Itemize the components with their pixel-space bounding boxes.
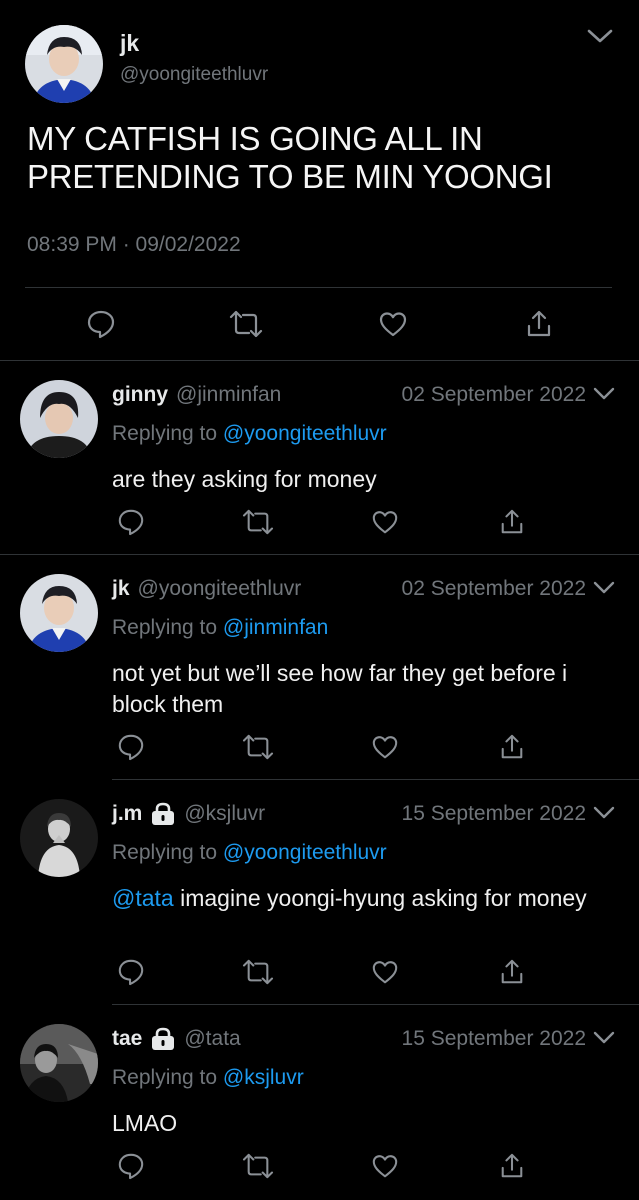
retweet-icon[interactable] <box>242 733 274 761</box>
lock-icon <box>150 802 176 826</box>
reply-icon[interactable] <box>86 309 116 339</box>
reply-author-handle[interactable]: @tata <box>184 1027 240 1051</box>
main-tweet: jk @yoongiteethluvr MY CATFISH IS GOING … <box>0 0 639 360</box>
reply-date: 02 September 2022 <box>401 577 586 600</box>
replying-to-line: Replying to @yoongiteethluvr <box>112 422 387 446</box>
share-icon[interactable] <box>525 309 553 339</box>
retweet-icon[interactable] <box>229 309 263 339</box>
retweet-icon[interactable] <box>242 958 274 986</box>
section-divider <box>0 360 639 361</box>
share-icon[interactable] <box>499 508 525 536</box>
chevron-down-icon[interactable] <box>593 805 615 821</box>
reply-tweet: jk @yoongiteethluvr 02 September 2022 Re… <box>0 574 639 779</box>
reply-author-handle[interactable]: @jinminfan <box>176 383 281 407</box>
chevron-down-icon[interactable] <box>593 1030 615 1046</box>
reply-text: are they asking for money <box>112 466 377 492</box>
replying-to-line: Replying to @jinminfan <box>112 616 328 640</box>
reply-actions <box>0 733 639 763</box>
share-icon[interactable] <box>499 958 525 986</box>
like-icon[interactable] <box>371 1152 399 1180</box>
reply-author-handle[interactable]: @yoongiteethluvr <box>138 577 302 601</box>
main-tweet-actions <box>0 307 639 341</box>
reply-actions <box>0 508 639 538</box>
reply-header: j.m @ksjluvr <box>112 799 265 829</box>
reply-avatar[interactable] <box>20 1024 98 1102</box>
share-icon[interactable] <box>499 733 525 761</box>
reply-date: 02 September 2022 <box>401 383 586 406</box>
reply-author-name[interactable]: ginny <box>112 383 168 407</box>
reply-header: jk @yoongiteethluvr <box>112 574 301 604</box>
reply-actions <box>0 1152 639 1182</box>
reply-tweet: ginny @jinminfan 02 September 2022 Reply… <box>0 380 639 554</box>
like-icon[interactable] <box>371 733 399 761</box>
retweet-icon[interactable] <box>242 1152 274 1180</box>
reply-actions <box>0 958 639 988</box>
replying-to-handle[interactable]: @yoongiteethluvr <box>223 422 387 445</box>
replying-to-label: Replying to <box>112 841 218 864</box>
reply-author-handle[interactable]: @ksjluvr <box>184 802 265 826</box>
reply-avatar[interactable] <box>20 799 98 877</box>
reply-date: 15 September 2022 <box>401 1027 586 1050</box>
main-tweet-timestamp: 08:39 PM · 09/02/2022 <box>27 233 241 256</box>
main-author-name[interactable]: jk <box>120 30 139 57</box>
replying-to-line: Replying to @ksjluvr <box>112 1066 304 1090</box>
main-tweet-divider <box>25 287 612 288</box>
reply-text: @tata imagine yoongi-hyung asking for mo… <box>112 883 612 914</box>
like-icon[interactable] <box>371 508 399 536</box>
chevron-down-icon[interactable] <box>593 580 615 596</box>
reply-tweet: j.m @ksjluvr 15 September 2022 Replying … <box>0 799 639 1004</box>
reply-author-name[interactable]: jk <box>112 577 130 601</box>
lock-icon <box>150 1027 176 1051</box>
section-divider <box>112 1004 639 1005</box>
reply-date: 15 September 2022 <box>401 802 586 825</box>
reply-header: ginny @jinminfan <box>112 380 281 410</box>
chevron-down-icon[interactable] <box>593 386 615 402</box>
replying-to-handle[interactable]: @yoongiteethluvr <box>223 841 387 864</box>
reply-avatar[interactable] <box>20 574 98 652</box>
main-author-handle[interactable]: @yoongiteethluvr <box>120 64 268 86</box>
reply-icon[interactable] <box>117 508 145 536</box>
reply-text: LMAO <box>112 1110 178 1136</box>
reply-mention[interactable]: @tata <box>112 885 174 911</box>
reply-tweet: tae @tata 15 September 2022 Replying to … <box>0 1024 639 1200</box>
like-icon[interactable] <box>378 309 408 339</box>
reply-icon[interactable] <box>117 1152 145 1180</box>
reply-avatar[interactable] <box>20 380 98 458</box>
main-tweet-text: MY CATFISH IS GOING ALL IN PRETENDING TO… <box>27 120 553 195</box>
reply-header: tae @tata <box>112 1024 241 1054</box>
reply-icon[interactable] <box>117 958 145 986</box>
like-icon[interactable] <box>371 958 399 986</box>
reply-icon[interactable] <box>117 733 145 761</box>
replying-to-handle[interactable]: @jinminfan <box>223 616 328 639</box>
replying-to-label: Replying to <box>112 1066 218 1089</box>
replying-to-label: Replying to <box>112 616 218 639</box>
reply-text: not yet but we’ll see how far they get b… <box>112 660 568 717</box>
retweet-icon[interactable] <box>242 508 274 536</box>
replying-to-handle[interactable]: @ksjluvr <box>223 1066 304 1089</box>
chevron-down-icon[interactable] <box>586 26 614 46</box>
share-icon[interactable] <box>499 1152 525 1180</box>
replying-to-line: Replying to @yoongiteethluvr <box>112 841 387 865</box>
replying-to-label: Replying to <box>112 422 218 445</box>
reply-text-content: imagine yoongi-hyung asking for money <box>173 885 587 911</box>
section-divider <box>0 554 639 555</box>
main-author-avatar[interactable] <box>25 25 103 103</box>
reply-author-name[interactable]: tae <box>112 1027 142 1051</box>
reply-author-name[interactable]: j.m <box>112 802 142 826</box>
section-divider <box>112 779 639 780</box>
